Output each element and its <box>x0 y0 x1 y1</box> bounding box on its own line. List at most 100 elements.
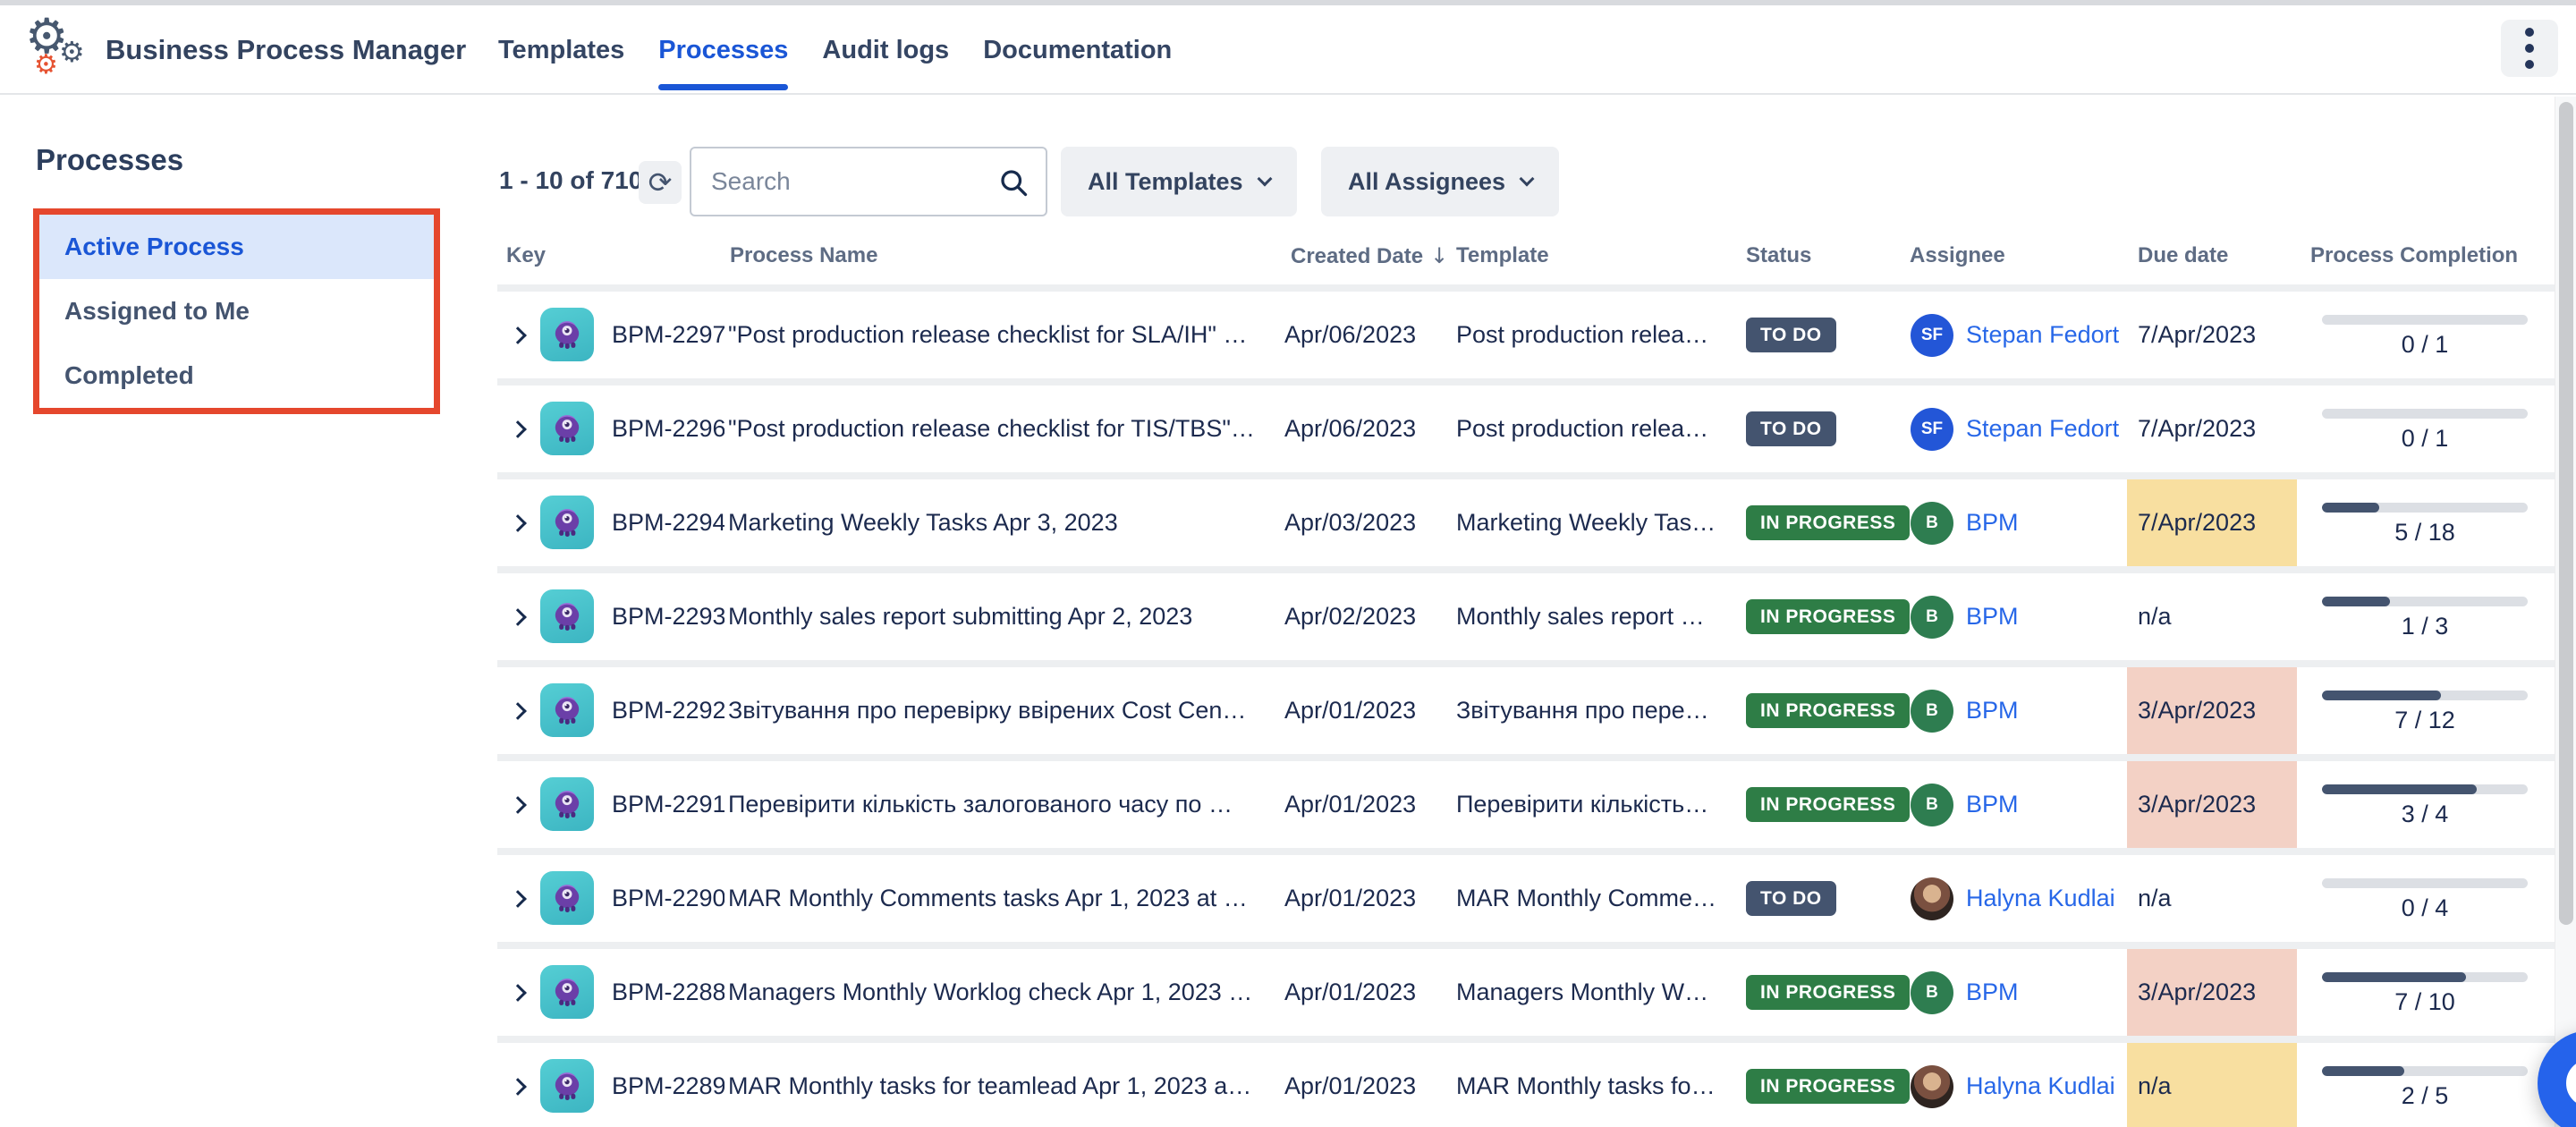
column-header-created-date[interactable]: Created Date↓ <box>1291 243 1448 269</box>
process-name[interactable]: "Post production release checklist for S… <box>728 292 1277 378</box>
created-date: Apr/01/2023 <box>1284 949 1445 1036</box>
process-name[interactable]: Звітування про перевірку ввірених Cost C… <box>728 667 1277 754</box>
process-app-icon <box>540 777 594 831</box>
status-cell: IN PROGRESS <box>1746 667 1907 754</box>
tab-templates[interactable]: Templates <box>498 5 624 95</box>
progress-bar <box>2322 1066 2528 1076</box>
app-window: Business Process Manager Templates Proce… <box>0 0 2576 1127</box>
assignee-link[interactable]: BPM <box>1966 791 2122 818</box>
process-key[interactable]: BPM-2296 <box>612 386 724 472</box>
process-key[interactable]: BPM-2297 <box>612 292 724 378</box>
progress-value: 0 / 1 <box>2322 331 2528 359</box>
expand-chevron-icon[interactable] <box>509 420 527 438</box>
alien-icon <box>547 1066 587 1106</box>
table-row[interactable]: BPM-2288 Managers Monthly Worklog check … <box>497 949 2555 1036</box>
process-key[interactable]: BPM-2293 <box>612 573 724 660</box>
table-row[interactable]: BPM-2297 "Post production release checkl… <box>497 292 2555 378</box>
status-cell: IN PROGRESS <box>1746 949 1907 1036</box>
process-app-icon <box>540 308 594 361</box>
expand-chevron-icon[interactable] <box>509 1078 527 1096</box>
template-name: MAR Monthly tasks fo… <box>1456 1043 1726 1127</box>
expand-chevron-icon[interactable] <box>509 514 527 532</box>
status-cell: TO DO <box>1746 292 1907 378</box>
process-name[interactable]: Marketing Weekly Tasks Apr 3, 2023 <box>728 479 1277 566</box>
alien-icon <box>547 972 587 1012</box>
process-key[interactable]: BPM-2288 <box>612 949 724 1036</box>
filter-all-templates[interactable]: All Templates <box>1061 147 1297 216</box>
process-completion-cell: 5 / 18 <box>2322 479 2528 566</box>
status-badge: IN PROGRESS <box>1746 599 1910 634</box>
progress-value: 5 / 18 <box>2322 519 2528 547</box>
process-name[interactable]: Managers Monthly Worklog check Apr 1, 20… <box>728 949 1277 1036</box>
sidebar-item-completed[interactable]: Completed <box>39 343 434 408</box>
scrollbar-thumb[interactable] <box>2559 102 2573 925</box>
process-name[interactable]: MAR Monthly Comments tasks Apr 1, 2023 a… <box>728 855 1277 942</box>
expand-chevron-icon[interactable] <box>509 984 527 1002</box>
process-key[interactable]: BPM-2290 <box>612 855 724 942</box>
process-name[interactable]: Перевірити кількість залогованого часу п… <box>728 761 1277 848</box>
refresh-icon <box>648 165 673 199</box>
assignee-link[interactable]: Stepan Fedort <box>1966 415 2122 443</box>
assignee-link[interactable]: BPM <box>1966 509 2122 537</box>
expand-chevron-icon[interactable] <box>509 608 527 626</box>
expand-chevron-icon[interactable] <box>509 702 527 720</box>
column-header-status: Status <box>1746 243 1811 268</box>
template-name: Managers Monthly W… <box>1456 949 1726 1036</box>
progress-value: 7 / 10 <box>2322 988 2528 1016</box>
table-row[interactable]: BPM-2289 MAR Monthly tasks for teamlead … <box>497 1043 2555 1127</box>
assignee-link[interactable]: BPM <box>1966 603 2122 631</box>
process-key[interactable]: BPM-2292 <box>612 667 724 754</box>
assignee-link[interactable]: BPM <box>1966 697 2122 724</box>
due-date: 7/Apr/2023 <box>2127 386 2297 472</box>
search-box <box>690 147 1047 216</box>
table-row[interactable]: BPM-2292 Звітування про перевірку ввірен… <box>497 667 2555 754</box>
search-input[interactable] <box>691 148 1046 215</box>
refresh-button[interactable] <box>639 161 682 204</box>
progress-value: 0 / 1 <box>2322 425 2528 453</box>
tab-audit-logs[interactable]: Audit logs <box>822 5 949 95</box>
kebab-menu-button[interactable] <box>2501 20 2558 77</box>
column-header-template: Template <box>1456 243 1549 268</box>
status-badge: IN PROGRESS <box>1746 787 1910 822</box>
assignee-cell: SF Stepan Fedort <box>1911 292 2122 378</box>
table-row[interactable]: BPM-2294 Marketing Weekly Tasks Apr 3, 2… <box>497 479 2555 566</box>
gear-icon <box>34 52 58 79</box>
process-name[interactable]: "Post production release checklist for T… <box>728 386 1277 472</box>
table-row[interactable]: BPM-2293 Monthly sales report submitting… <box>497 573 2555 660</box>
sidebar-item-assigned-to-me[interactable]: Assigned to Me <box>39 279 434 343</box>
filter-all-assignees[interactable]: All Assignees <box>1321 147 1559 216</box>
pagination-count: 1 - 10 of 710 <box>499 166 642 195</box>
process-name[interactable]: Monthly sales report submitting Apr 2, 2… <box>728 573 1277 660</box>
filter-label: All Templates <box>1088 168 1243 196</box>
table-row[interactable]: BPM-2296 "Post production release checkl… <box>497 386 2555 472</box>
chevron-down-icon <box>1520 172 1535 187</box>
progress-bar <box>2322 784 2528 794</box>
tab-processes[interactable]: Processes <box>658 5 788 95</box>
process-key[interactable]: BPM-2291 <box>612 761 724 848</box>
assignee-link[interactable]: Halyna Kudlai <box>1966 1072 2122 1100</box>
assignee-link[interactable]: Stepan Fedort <box>1966 321 2122 349</box>
process-name[interactable]: MAR Monthly tasks for teamlead Apr 1, 20… <box>728 1043 1277 1127</box>
expand-chevron-icon[interactable] <box>509 796 527 814</box>
status-badge: TO DO <box>1746 318 1836 352</box>
gear-icon <box>59 38 85 66</box>
help-icon <box>2566 1059 2576 1107</box>
process-key[interactable]: BPM-2289 <box>612 1043 724 1127</box>
column-header-process-name: Process Name <box>730 243 877 268</box>
chevron-down-icon <box>1257 172 1272 187</box>
processes-main: 1 - 10 of 710 All Templates All Assignee… <box>497 97 2555 1127</box>
progress-value: 0 / 4 <box>2322 894 2528 922</box>
assignee-link[interactable]: Halyna Kudlai <box>1966 885 2122 912</box>
process-app-icon <box>540 496 594 549</box>
assignee-link[interactable]: BPM <box>1966 979 2122 1006</box>
expand-chevron-icon[interactable] <box>509 326 527 344</box>
process-key[interactable]: BPM-2294 <box>612 479 724 566</box>
status-cell: IN PROGRESS <box>1746 573 1907 660</box>
alien-icon <box>547 784 587 824</box>
assignee-cell: Halyna Kudlai <box>1911 1043 2122 1127</box>
expand-chevron-icon[interactable] <box>509 890 527 908</box>
table-row[interactable]: BPM-2291 Перевірити кількість залоговано… <box>497 761 2555 848</box>
sidebar-item-active-process[interactable]: Active Process <box>39 215 434 279</box>
table-row[interactable]: BPM-2290 MAR Monthly Comments tasks Apr … <box>497 855 2555 942</box>
tab-documentation[interactable]: Documentation <box>983 5 1172 95</box>
